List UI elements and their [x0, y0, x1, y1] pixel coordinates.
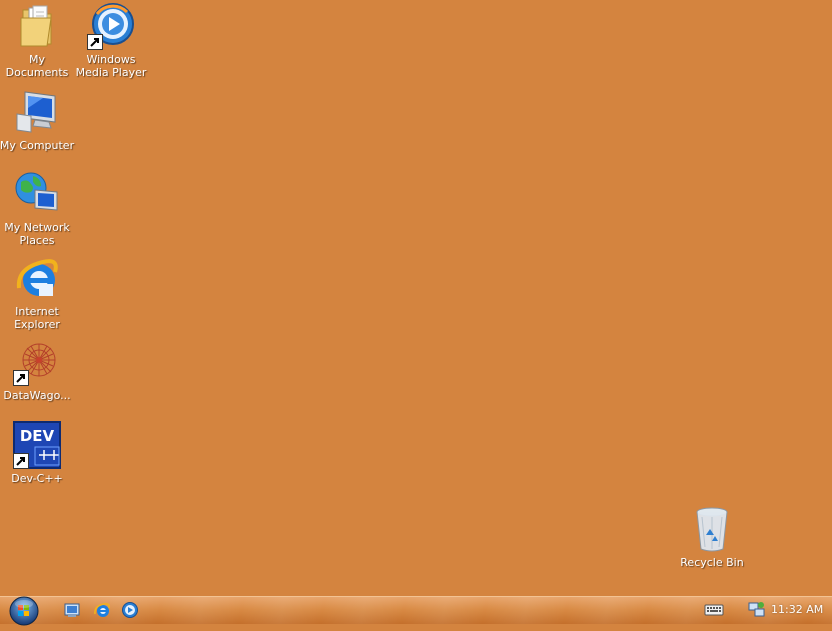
internet-explorer-icon[interactable]: [93, 601, 111, 619]
desktop-icon-my-computer[interactable]: My Computer: [0, 88, 76, 152]
shortcut-arrow-icon: [13, 370, 29, 386]
dev-icon-text: DEV: [20, 427, 55, 445]
desktop-icon-recycle-bin[interactable]: Recycle Bin: [673, 505, 751, 569]
desktop: My Documents Windows Media Player My Com…: [0, 0, 832, 596]
desktop-icon-label: My Documents: [5, 53, 69, 79]
desktop-icon-label: Recycle Bin: [680, 556, 744, 569]
desktop-icon-dev-cpp[interactable]: DEV Dev-C++: [0, 421, 76, 485]
show-desktop-icon[interactable]: [63, 601, 81, 619]
desktop-icon-label: DataWago...: [3, 389, 71, 402]
keyboard-icon: [704, 604, 724, 616]
desktop-icon-label: My Network Places: [4, 221, 70, 247]
desktop-icon-datawagon[interactable]: DataWago...: [0, 338, 76, 402]
desktop-icon-my-network-places[interactable]: My Network Places: [0, 170, 76, 247]
shortcut-arrow-icon: [87, 34, 103, 50]
desktop-icon-my-documents[interactable]: My Documents: [0, 2, 76, 79]
recycle-bin-icon: [688, 505, 736, 553]
desktop-icon-label: Internet Explorer: [14, 305, 60, 331]
network-places-icon: [13, 170, 61, 218]
desktop-icon-label: Dev-C++: [11, 472, 63, 485]
computer-icon: [13, 88, 61, 136]
taskbar-clock[interactable]: 11:32 AM: [771, 603, 823, 616]
datawagon-icon: [13, 338, 61, 386]
desktop-icon-windows-media-player[interactable]: Windows Media Player: [72, 2, 150, 79]
tray-keyboard[interactable]: [704, 602, 724, 618]
desktop-icon-label: Windows Media Player: [75, 53, 147, 79]
folder-icon: [13, 2, 61, 50]
dev-cpp-icon: DEV: [13, 421, 61, 469]
start-button[interactable]: [8, 595, 40, 627]
desktop-icon-internet-explorer[interactable]: Internet Explorer: [0, 254, 76, 331]
shortcut-arrow-icon: [13, 453, 29, 469]
desktop-icon-label: My Computer: [0, 139, 75, 152]
tray-network[interactable]: [748, 601, 766, 619]
windows-media-player-icon: [87, 2, 135, 50]
internet-explorer-icon: [13, 254, 61, 302]
taskbar: 11:32 AM: [0, 595, 832, 627]
windows-orb-icon: [9, 596, 39, 626]
network-icon: [748, 602, 765, 617]
windows-media-player-icon[interactable]: [121, 601, 139, 619]
